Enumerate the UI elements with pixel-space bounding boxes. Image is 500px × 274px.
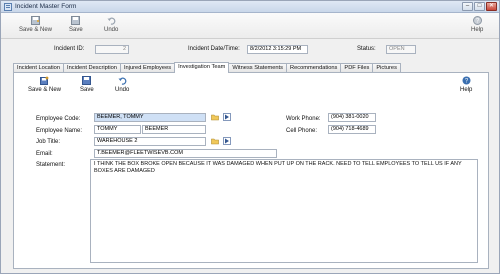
employee-name-label: Employee Name: <box>36 128 83 134</box>
panel-save-button[interactable]: Save <box>80 76 94 93</box>
main-toolbar: Save & New Save Undo ? Help <box>1 13 499 39</box>
save-new-icon <box>40 76 49 85</box>
panel-toolbar: Save & New Save Undo ? Help <box>14 73 488 97</box>
maximize-button[interactable]: □ <box>474 2 485 11</box>
investigation-team-panel: Save & New Save Undo ? Help Employee Cod… <box>13 72 489 269</box>
statement-textarea[interactable]: I THINK THE BOX BROKE OPEN BECAUSE IT WA… <box>90 159 478 263</box>
tab-investigation-team[interactable]: Investigation Team <box>174 62 230 73</box>
save-button[interactable]: Save <box>69 16 83 33</box>
first-name-field[interactable]: TOMMY <box>94 125 141 134</box>
status-field[interactable]: OPEN <box>386 45 416 54</box>
email-label: Email: <box>36 151 53 157</box>
undo-button[interactable]: Undo <box>104 16 118 33</box>
incident-master-window: Incident Master Form – □ ✕ Save & New Sa… <box>0 0 500 274</box>
help-button[interactable]: ? Help <box>471 16 483 33</box>
panel-save-label: Save <box>80 87 94 93</box>
statement-label: Statement: <box>36 162 66 168</box>
incident-datetime-label: Incident Date/Time: <box>188 46 240 52</box>
last-name-field[interactable]: BEEMER <box>142 125 206 134</box>
panel-help-button[interactable]: ? Help <box>460 76 472 93</box>
save-label: Save <box>69 27 83 33</box>
minimize-button[interactable]: – <box>462 2 473 11</box>
incident-id-label: Incident ID: <box>54 46 85 52</box>
cell-phone-label: Cell Phone: <box>286 128 318 134</box>
status-label: Status: <box>357 46 376 52</box>
incident-id-field[interactable]: 2 <box>95 45 129 54</box>
employee-code-label: Employee Code: <box>36 116 81 122</box>
help-icon: ? <box>462 76 471 85</box>
employee-code-field[interactable]: BEEMER, TOMMY <box>94 113 206 122</box>
panel-undo-button[interactable]: Undo <box>115 76 129 93</box>
undo-label: Undo <box>104 27 119 33</box>
panel-help-label: Help <box>460 87 473 93</box>
lookup-icon[interactable] <box>223 137 231 145</box>
job-title-field[interactable]: WAREHOUSE 2 <box>94 137 206 146</box>
help-icon: ? <box>472 16 482 25</box>
title-bar[interactable]: Incident Master Form – □ ✕ <box>1 1 499 13</box>
save-new-button[interactable]: Save & New <box>19 16 52 33</box>
window-controls: – □ ✕ <box>462 2 497 11</box>
undo-icon <box>118 77 127 85</box>
folder-icon[interactable] <box>211 113 219 121</box>
panel-save-new-button[interactable]: Save & New <box>28 76 61 93</box>
incident-header: Incident ID: 2 Incident Date/Time: 8/2/2… <box>1 45 499 57</box>
cell-phone-field[interactable]: (904) 718-4689 <box>328 125 376 134</box>
save-new-icon <box>31 16 40 25</box>
panel-save-new-label: Save & New <box>28 87 62 93</box>
save-icon <box>82 76 92 85</box>
window-title: Incident Master Form <box>15 3 77 10</box>
save-new-label: Save & New <box>19 27 53 33</box>
help-label: Help <box>471 27 484 33</box>
job-title-label: Job Title: <box>36 139 61 145</box>
lookup-icon[interactable] <box>223 113 231 121</box>
folder-icon[interactable] <box>211 137 219 145</box>
app-icon <box>4 3 12 11</box>
work-phone-label: Work Phone: <box>286 116 321 122</box>
work-phone-field[interactable]: (904) 381-0020 <box>328 113 376 122</box>
undo-icon <box>107 17 116 25</box>
panel-undo-label: Undo <box>115 87 130 93</box>
incident-datetime-field[interactable]: 8/2/2012 3:15:29 PM <box>247 45 308 54</box>
save-icon <box>71 16 81 25</box>
close-button[interactable]: ✕ <box>486 2 497 11</box>
email-field[interactable]: T.BEEMER@FLEETWISEVB.COM <box>94 149 277 158</box>
